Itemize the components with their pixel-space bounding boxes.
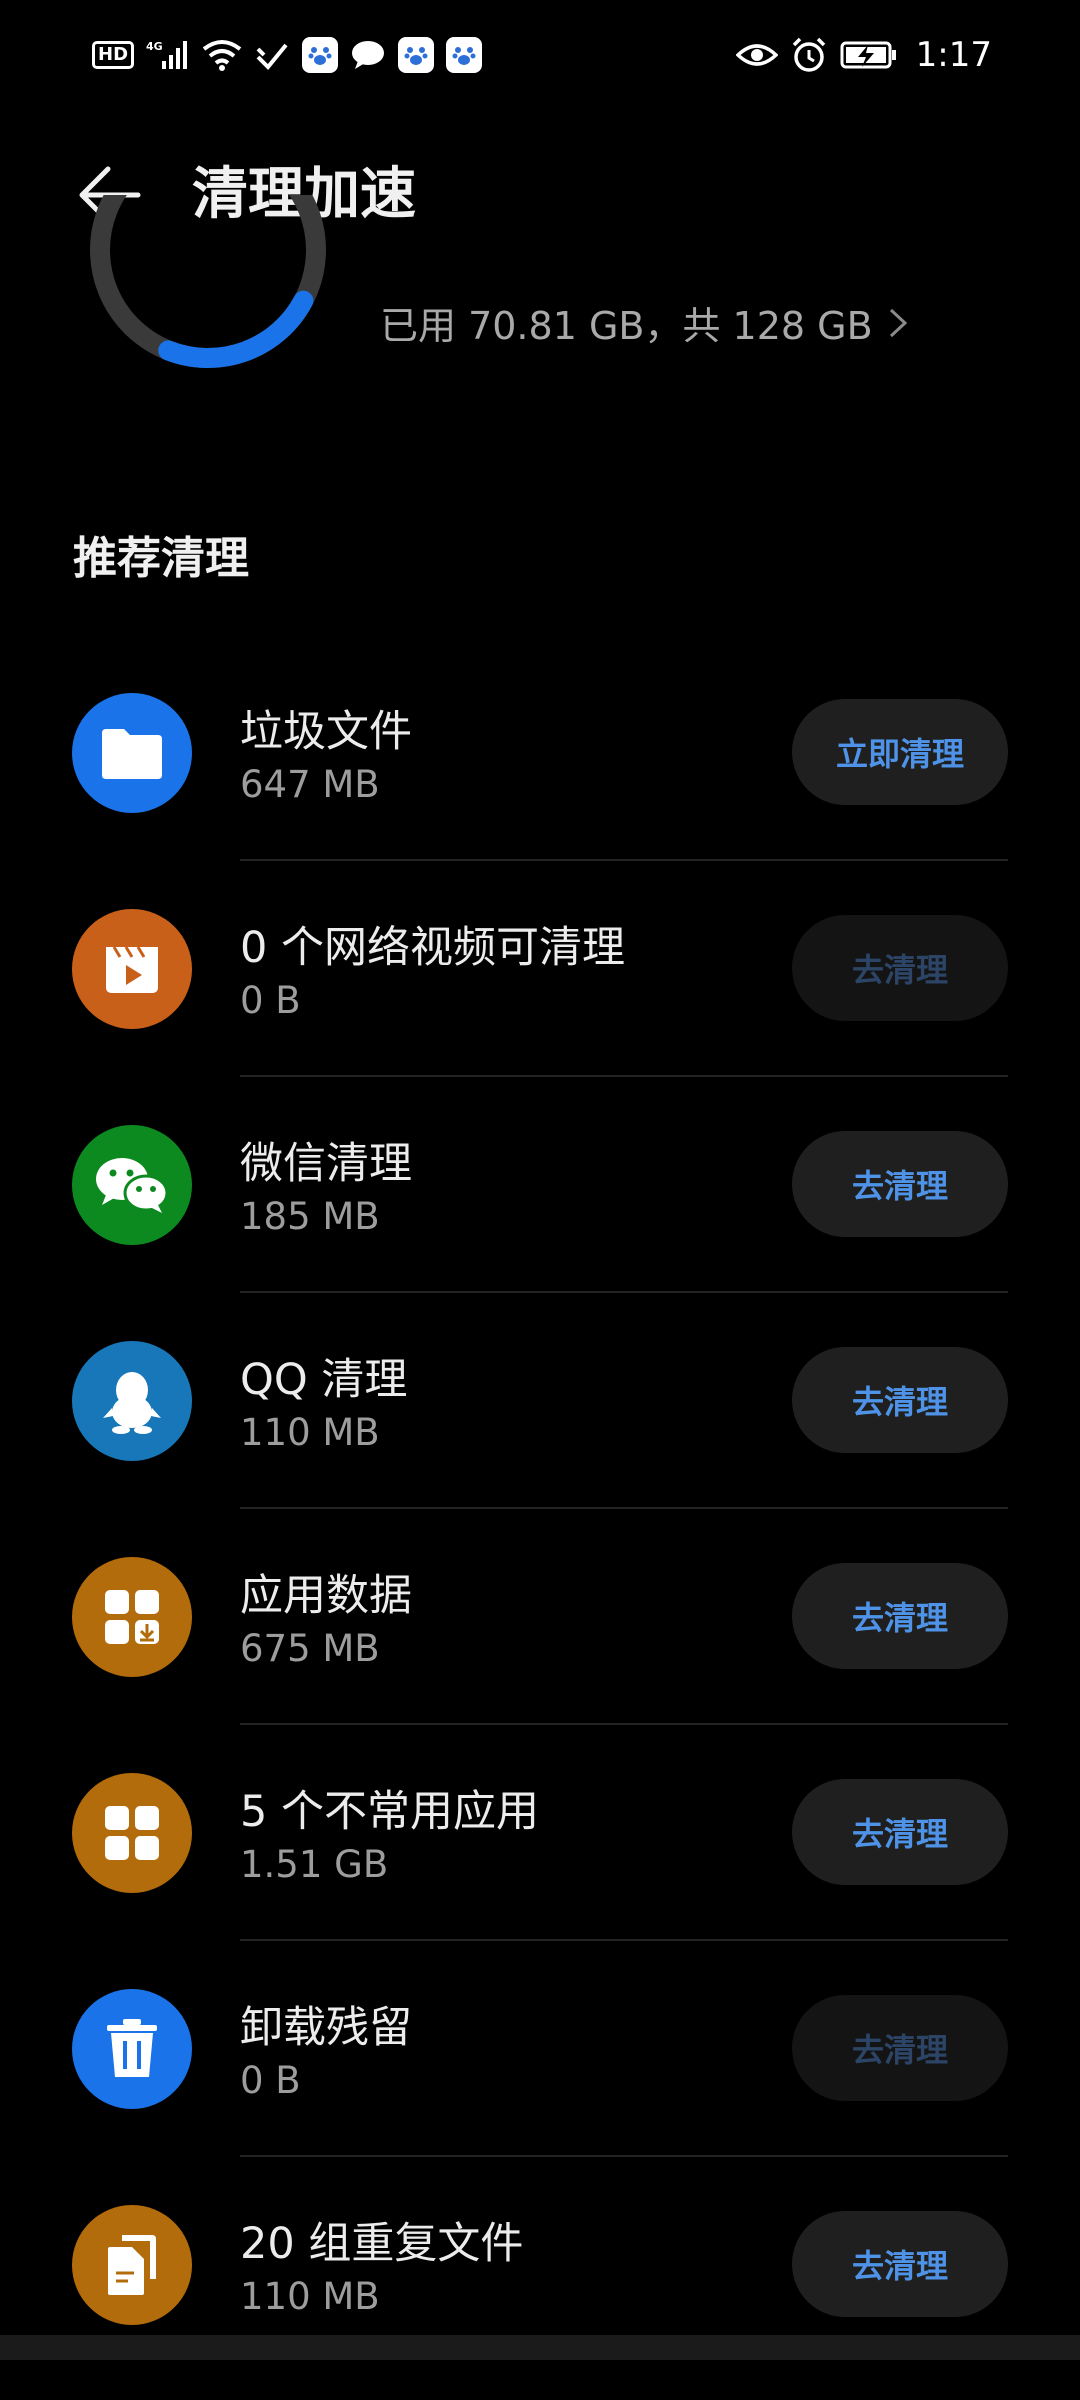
baidu-app-icon	[446, 37, 483, 73]
storage-ring-used	[158, 290, 314, 368]
clean-now-button[interactable]: 立即清理	[792, 699, 1008, 805]
duplicate-files-icon	[72, 2205, 192, 2325]
item-size: 110 MB	[240, 2275, 380, 2318]
list-item[interactable]: 5 个不常用应用 1.51 GB 去清理	[0, 1725, 1080, 1941]
item-title: 应用数据	[240, 1571, 412, 1621]
link-icon	[254, 39, 290, 71]
hd-icon: HD	[92, 41, 135, 69]
go-clean-button[interactable]: 去清理	[792, 1779, 1008, 1885]
go-clean-button[interactable]: 去清理	[792, 1131, 1008, 1237]
apps-grid-icon	[72, 1773, 192, 1893]
item-size: 110 MB	[240, 1411, 380, 1454]
list-item[interactable]: 微信清理 185 MB 去清理	[0, 1077, 1080, 1293]
item-title: QQ 清理	[240, 1355, 408, 1405]
app-data-icon	[72, 1557, 192, 1677]
list-item[interactable]: QQ 清理 110 MB 去清理	[0, 1293, 1080, 1509]
eye-icon	[735, 39, 778, 71]
status-bar-right: 1:17	[735, 35, 992, 75]
chevron-right-icon	[889, 308, 907, 337]
section-title: 推荐清理	[73, 533, 249, 584]
storage-summary[interactable]: 已用 70.81 GB，共 128 GB	[380, 295, 909, 350]
trash-icon	[72, 1989, 192, 2109]
baidu-app-icon	[398, 37, 435, 73]
go-clean-button[interactable]: 去清理	[792, 1347, 1008, 1453]
folder-icon	[72, 693, 192, 813]
list-item[interactable]: 卸载残留 0 B 去清理	[0, 1941, 1080, 2157]
status-bar: HD 4G 1:17	[0, 0, 1080, 110]
list-item[interactable]: 0 个网络视频可清理 0 B 去清理	[0, 861, 1080, 1077]
video-icon	[72, 909, 192, 1029]
clock-time: 1:17	[915, 35, 992, 75]
page: HD 4G 1:17 清理加速 已用 70.81 GB，共 128 GB 推荐清…	[0, 0, 1080, 2400]
storage-ring[interactable]	[70, 195, 340, 375]
item-size: 0 B	[240, 2059, 301, 2102]
wechat-icon	[72, 1125, 192, 1245]
storage-used-text: 已用 70.81 GB，共 128 GB	[380, 304, 873, 348]
baidu-app-icon	[302, 37, 339, 73]
signal-icon: 4G	[146, 39, 190, 71]
status-bar-left: HD 4G	[92, 37, 483, 73]
item-size: 185 MB	[240, 1195, 380, 1238]
item-size: 1.51 GB	[240, 1843, 389, 1886]
alarm-icon	[790, 37, 828, 73]
go-clean-button[interactable]: 去清理	[792, 1563, 1008, 1669]
list-item[interactable]: 应用数据 675 MB 去清理	[0, 1509, 1080, 1725]
item-size: 0 B	[240, 979, 301, 1022]
go-clean-button[interactable]: 去清理	[792, 915, 1008, 1021]
qq-penguin-icon	[72, 1341, 192, 1461]
list-item[interactable]: 垃圾文件 647 MB 立即清理	[0, 645, 1080, 861]
item-size: 675 MB	[240, 1627, 380, 1670]
item-title: 20 组重复文件	[240, 2219, 524, 2269]
item-title: 微信清理	[240, 1139, 412, 1189]
wifi-icon	[202, 39, 242, 71]
go-clean-button[interactable]: 去清理	[792, 2211, 1008, 2317]
item-title: 0 个网络视频可清理	[240, 923, 626, 973]
carrier-label: 4G	[146, 40, 163, 53]
battery-charging-icon	[840, 39, 898, 71]
go-clean-button[interactable]: 去清理	[792, 1995, 1008, 2101]
item-title: 卸载残留	[240, 2003, 412, 2053]
item-title: 5 个不常用应用	[240, 1787, 540, 1837]
bottom-scroll-edge	[0, 2335, 1080, 2360]
clean-list: 垃圾文件 647 MB 立即清理 0 个网络视频可清理 0 B 去清理 微信清理…	[0, 645, 1080, 2373]
item-title: 垃圾文件	[240, 707, 412, 757]
message-icon	[350, 39, 386, 71]
item-size: 647 MB	[240, 763, 380, 806]
